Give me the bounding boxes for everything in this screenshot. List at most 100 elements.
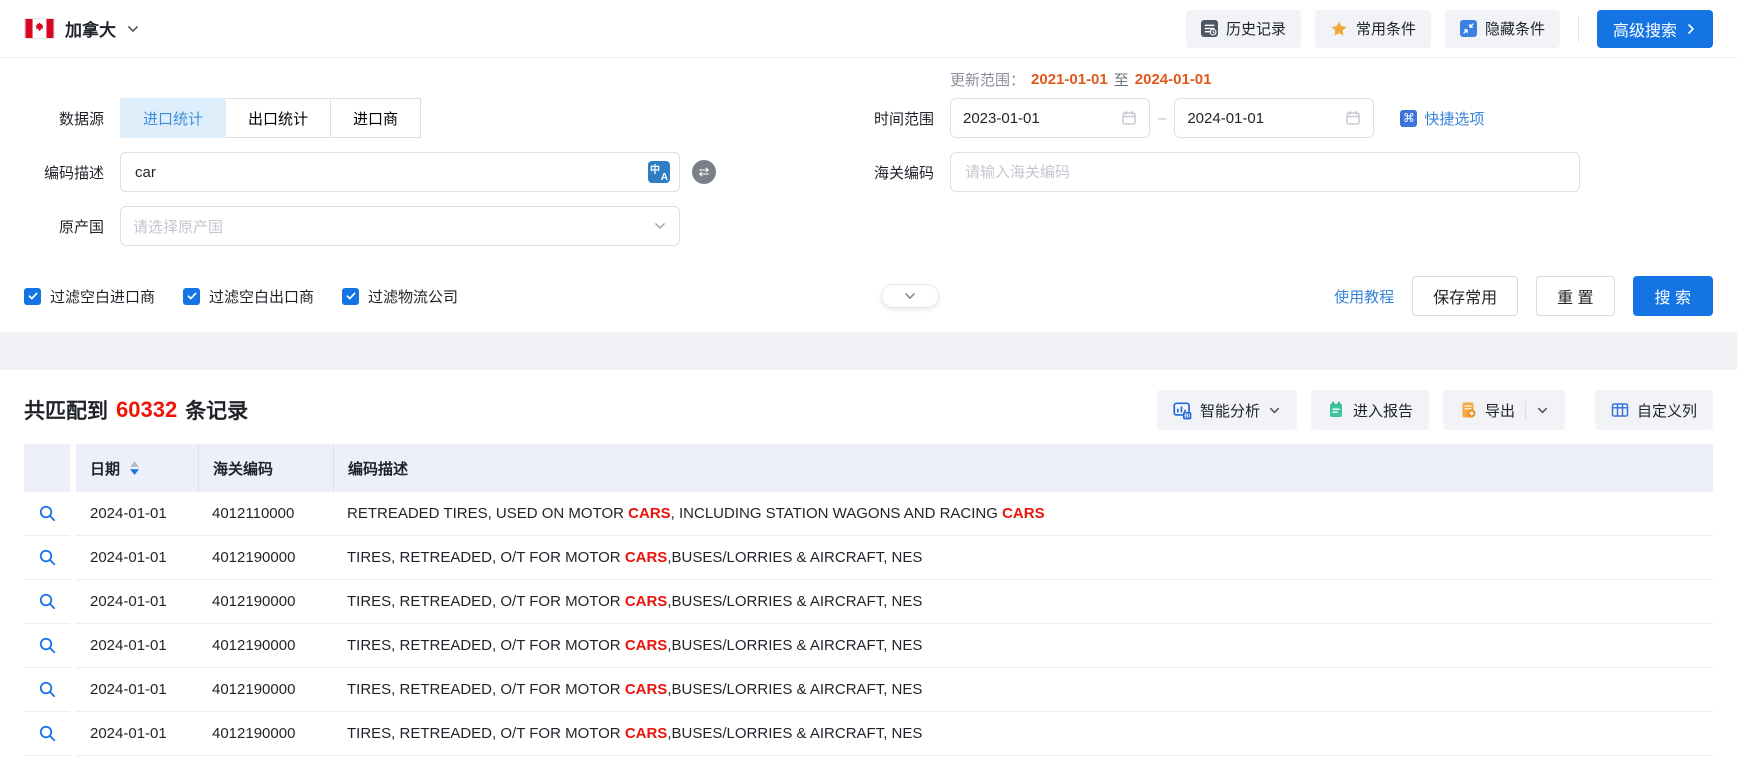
checkbox-checked-icon[interactable] [342,288,359,305]
custom-columns-button[interactable]: 自定义列 [1595,390,1713,430]
header-desc: 编码描述 [333,444,1713,492]
filter-label: 过滤空白出口商 [209,286,314,307]
save-common-button[interactable]: 保存常用 [1412,276,1518,316]
date-separator: – [1158,110,1166,127]
results-section: 共匹配到 60332 条记录 BI 智能分析 进入报告 导出 自定义列 [0,370,1737,756]
quick-options-button[interactable]: ⌘ 快捷选项 [1400,108,1484,129]
row-date: 2024-01-01 [90,505,167,522]
start-date-value[interactable] [963,110,1113,127]
table-row: 2024-01-01 4012190000 TIRES, RETREADED, … [24,668,1713,712]
sort-control[interactable] [130,461,139,475]
calendar-icon [1345,110,1361,126]
checkbox-checked-icon[interactable] [24,288,41,305]
filters-row: 过滤空白进口商 过滤空白出口商 过滤物流公司 使用教程 保存常用 重 置 搜 索 [24,260,1713,332]
table-row: 2024-01-01 4012190000 TIRES, RETREADED, … [24,536,1713,580]
advanced-search-button[interactable]: 高级搜索 [1597,10,1713,48]
search-form: 数据源 进口统计 出口统计 进口商 更新范围： 2021-01-01 至 202… [0,58,1737,332]
advanced-search-label: 高级搜索 [1613,17,1677,41]
time-range-label: 时间范围 [854,108,934,129]
chevron-down-icon [653,219,667,233]
country-name: 加拿大 [65,16,116,41]
row-detail-button[interactable] [38,592,57,611]
reset-button[interactable]: 重 置 [1536,276,1614,316]
filter-label: 过滤空白进口商 [50,286,155,307]
favorites-button[interactable]: 常用条件 [1315,10,1431,48]
hide-conditions-button[interactable]: 隐藏条件 [1445,10,1560,48]
update-range-label: 更新范围： [950,69,1025,90]
tab-importers[interactable]: 进口商 [330,98,421,138]
row-date: 2024-01-01 [90,593,167,610]
export-button[interactable]: 导出 [1443,390,1565,430]
data-source-label: 数据源 [24,108,104,129]
origin-label: 原产国 [24,216,104,237]
hide-conditions-label: 隐藏条件 [1485,18,1545,39]
enter-report-label: 进入报告 [1353,400,1413,421]
filter-blank-importer[interactable]: 过滤空白进口商 [24,286,155,307]
origin-placeholder: 请选择原产国 [133,216,653,237]
row-detail-button[interactable] [38,636,57,655]
row-desc: TIRES, RETREADED, O/T FOR MOTOR CARS,BUS… [333,712,1713,756]
table-row: 2024-01-01 4012110000 RETREADED TIRES, U… [24,492,1713,536]
search-button[interactable]: 搜 索 [1633,276,1713,316]
code-desc-label: 编码描述 [24,162,104,183]
divider [1525,401,1526,419]
code-desc-input[interactable] [120,152,680,192]
section-divider [0,332,1737,370]
results-table: 日期 海关编码 编码描述 2024-01-01 4012110000 RETRE… [24,444,1713,756]
row-code: 4012190000 [212,725,295,742]
translate-icon[interactable]: 中A [648,161,670,183]
origin-select[interactable]: 请选择原产国 [120,206,680,246]
bi-analysis-icon: BI [1173,401,1192,420]
table-body: 2024-01-01 4012110000 RETREADED TIRES, U… [24,492,1713,756]
magnifier-icon [38,504,57,523]
end-date-value[interactable] [1187,110,1337,127]
update-range-start: 2021-01-01 [1031,71,1108,88]
chevron-right-icon [1685,23,1697,35]
tab-export-stats[interactable]: 出口统计 [225,98,331,138]
results-count: 60332 [116,397,177,423]
end-date-input[interactable] [1174,98,1374,138]
start-date-input[interactable] [950,98,1150,138]
country-selector[interactable]: 加拿大 [24,16,140,41]
row-detail-button[interactable] [38,680,57,699]
canada-flag-icon [24,18,55,39]
smart-analysis-button[interactable]: BI 智能分析 [1157,390,1297,430]
results-suffix: 条记录 [185,395,248,425]
topbar: 加拿大 历史记录 常用条件 隐藏条件 高级搜索 [0,0,1737,58]
row-detail-button[interactable] [38,504,57,523]
sort-asc-icon [130,461,139,467]
update-range-end: 2024-01-01 [1135,71,1212,88]
collapse-form-button[interactable] [881,284,939,308]
filter-blank-exporter[interactable]: 过滤空白出口商 [183,286,314,307]
hs-code-input[interactable] [950,152,1580,192]
header-date: 日期 [76,444,198,492]
export-label: 导出 [1485,400,1515,421]
row-desc: TIRES, RETREADED, O/T FOR MOTOR CARS,BUS… [333,624,1713,668]
enter-report-button[interactable]: 进入报告 [1311,390,1429,430]
row-code: 4012190000 [212,637,295,654]
chevron-down-icon [1536,404,1549,417]
row-date: 2024-01-01 [90,549,167,566]
filter-logistics[interactable]: 过滤物流公司 [342,286,458,307]
row-code: 4012110000 [212,505,294,522]
row-date: 2024-01-01 [90,725,167,742]
update-range-note: 更新范围： 2021-01-01 至 2024-01-01 [950,68,1713,90]
hs-code-label: 海关编码 [854,162,934,183]
collapse-icon [1460,20,1477,37]
table-header: 日期 海关编码 编码描述 [24,444,1713,492]
chevron-down-icon [903,289,917,303]
magnifier-icon [38,592,57,611]
tutorial-link[interactable]: 使用教程 [1334,286,1394,307]
history-button[interactable]: 历史记录 [1186,10,1301,48]
checkbox-checked-icon[interactable] [183,288,200,305]
command-icon: ⌘ [1400,110,1417,127]
chevron-down-icon [126,22,140,36]
row-detail-button[interactable] [38,724,57,743]
star-icon [1330,20,1348,38]
magnifier-icon [38,724,57,743]
row-detail-button[interactable] [38,548,57,567]
magnifier-icon [38,548,57,567]
columns-icon [1611,401,1629,419]
tab-import-stats[interactable]: 进口统计 [120,98,226,138]
swap-icon[interactable]: ⇄ [692,160,716,184]
